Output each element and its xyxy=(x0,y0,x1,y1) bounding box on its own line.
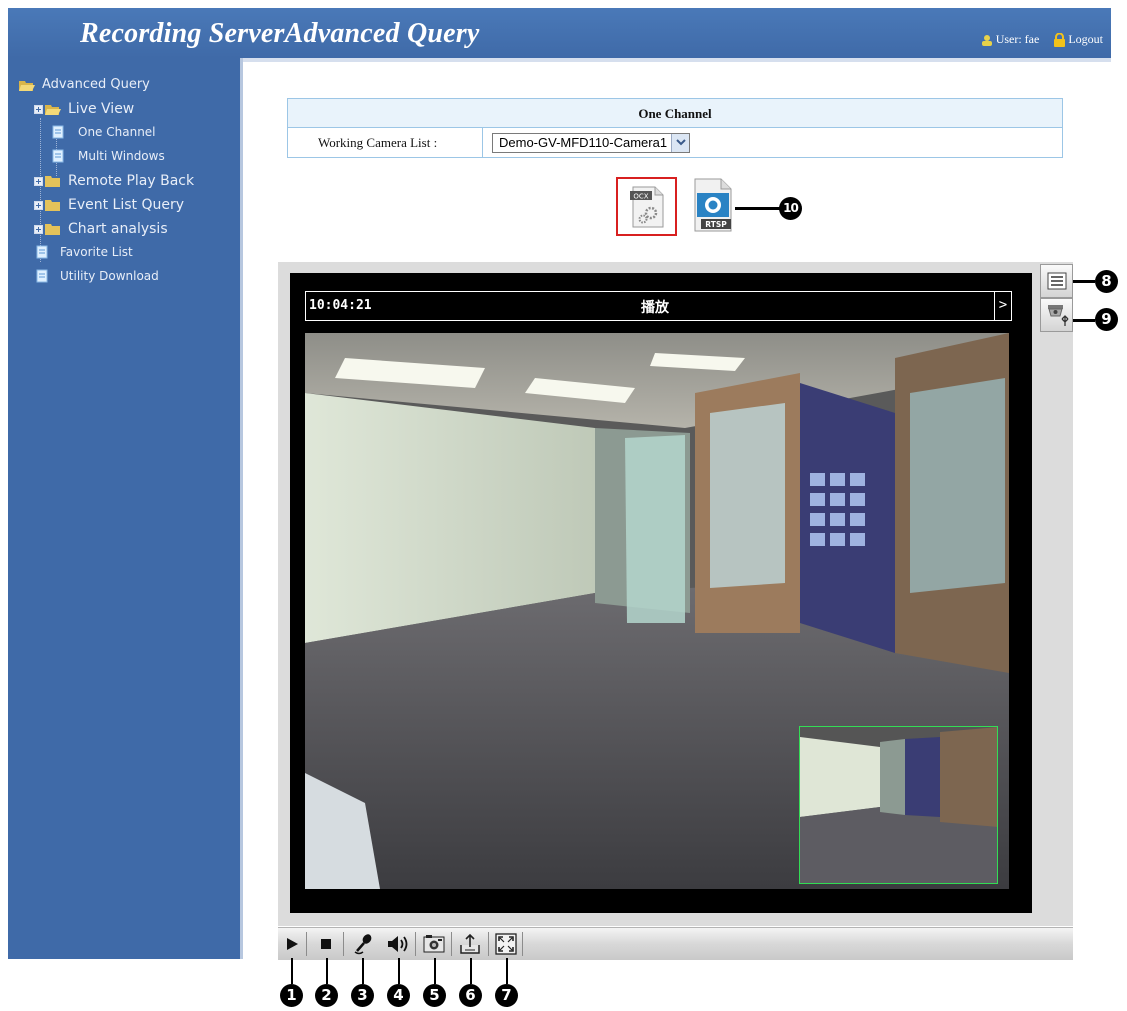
user-info: User: fae xyxy=(980,32,1040,47)
snapshot-button[interactable] xyxy=(421,930,447,957)
toolbar-separator xyxy=(488,932,489,956)
rtsp-plugin-icon: RTSP xyxy=(694,178,732,232)
sidebar-item-one-channel[interactable]: One Channel xyxy=(52,125,156,139)
save-video-button[interactable] xyxy=(457,930,483,957)
play-icon xyxy=(287,937,298,950)
list-icon xyxy=(1047,272,1066,290)
callout-line xyxy=(326,958,328,984)
next-button[interactable]: > xyxy=(994,292,1011,320)
ocx-plugin-icon: OCX xyxy=(629,186,663,227)
callout-line xyxy=(1073,319,1095,322)
list-view-button[interactable] xyxy=(1040,264,1073,298)
logout-label: Logout xyxy=(1068,32,1103,46)
callout-5: 5 xyxy=(423,984,446,1007)
callout-2: 2 xyxy=(315,984,338,1007)
folder-open-icon xyxy=(19,80,35,91)
callout-line xyxy=(506,958,508,984)
sidebar-divider xyxy=(240,58,243,959)
callout-line xyxy=(735,207,780,210)
sidebar-item-utility-download[interactable]: Utility Download xyxy=(36,269,159,283)
stop-icon xyxy=(321,938,331,949)
page-icon xyxy=(36,245,48,259)
folder-icon xyxy=(45,224,60,235)
video-status-bar: 10:04:21 播放 > xyxy=(305,291,1012,321)
page-icon xyxy=(36,269,48,283)
callout-7: 7 xyxy=(495,984,518,1007)
channel-panel: One Channel Working Camera List : Demo-G… xyxy=(287,98,1063,158)
rtsp-plugin-button[interactable]: RTSP xyxy=(689,177,735,235)
callout-line xyxy=(291,958,293,984)
sidebar-item-live-view[interactable]: Live View xyxy=(34,101,134,117)
toolbar-separator xyxy=(415,932,416,956)
callout-9: 9 xyxy=(1095,308,1118,331)
user-label: User: fae xyxy=(995,32,1040,46)
snapshot-icon xyxy=(423,934,445,952)
toolbar-separator xyxy=(306,932,307,956)
expand-icon[interactable] xyxy=(34,224,43,234)
callout-line xyxy=(434,958,436,984)
folder-icon xyxy=(45,176,60,187)
sidebar: Advanced Query Live View One Channel Mul… xyxy=(8,58,240,959)
page-icon xyxy=(52,125,64,139)
microphone-icon xyxy=(354,933,372,954)
save-video-icon xyxy=(460,933,480,954)
camera-row: Working Camera List : Demo-GV-MFD110-Cam… xyxy=(288,128,1062,157)
sidebar-item-multi-windows[interactable]: Multi Windows xyxy=(52,149,165,163)
toolbar-separator xyxy=(522,932,523,956)
callout-6: 6 xyxy=(459,984,482,1007)
logout-link[interactable]: Logout xyxy=(1053,32,1103,47)
callout-line xyxy=(398,958,400,984)
callout-line xyxy=(362,958,364,984)
page-icon xyxy=(52,149,64,163)
ptz-camera-icon xyxy=(1047,305,1068,326)
ocx-plugin-button[interactable]: OCX xyxy=(616,177,677,236)
user-area: User: fae Logout xyxy=(980,32,1103,47)
svg-text:RTSP: RTSP xyxy=(705,220,727,229)
nav-root-advanced-query[interactable]: Advanced Query xyxy=(18,77,150,92)
video-status: 播放 xyxy=(641,300,669,316)
fullscreen-icon xyxy=(495,932,517,955)
video-time: 10:04:21 xyxy=(309,298,372,313)
chevron-down-icon[interactable] xyxy=(671,133,690,152)
sidebar-item-remote-play-back[interactable]: Remote Play Back xyxy=(34,173,194,189)
folder-icon xyxy=(45,200,60,211)
callout-line xyxy=(1073,280,1095,283)
folder-open-icon xyxy=(45,105,61,115)
sidebar-item-chart-analysis[interactable]: Chart analysis xyxy=(34,221,168,237)
toolbar-separator xyxy=(343,932,344,956)
speaker-button[interactable] xyxy=(385,930,411,957)
camera-select-value: Demo-GV-MFD110-Camera1 xyxy=(499,135,668,150)
callout-1: 1 xyxy=(280,984,303,1007)
callout-10: 10 xyxy=(779,197,802,220)
sidebar-item-event-list-query[interactable]: Event List Query xyxy=(34,197,184,213)
channel-heading: One Channel xyxy=(288,99,1062,128)
header-bar: Recording ServerAdvanced Query User: fae… xyxy=(8,8,1111,58)
callout-line xyxy=(470,958,472,984)
lock-icon xyxy=(1054,32,1066,47)
picture-in-picture-view[interactable] xyxy=(799,726,998,884)
camera-select[interactable]: Demo-GV-MFD110-Camera1 xyxy=(492,132,691,153)
page-title: Recording ServerAdvanced Query xyxy=(80,18,480,49)
stop-button[interactable] xyxy=(313,930,339,957)
svg-text:OCX: OCX xyxy=(633,192,648,200)
expand-icon[interactable] xyxy=(34,104,43,114)
expand-icon[interactable] xyxy=(34,176,43,186)
microphone-button[interactable] xyxy=(350,930,376,957)
expand-icon[interactable] xyxy=(34,200,43,210)
callout-3: 3 xyxy=(351,984,374,1007)
callout-8: 8 xyxy=(1095,270,1118,293)
callout-4: 4 xyxy=(387,984,410,1007)
fullscreen-button[interactable] xyxy=(493,930,519,957)
speaker-icon xyxy=(388,935,408,952)
toolbar-separator xyxy=(451,932,452,956)
play-button[interactable] xyxy=(279,930,305,957)
camera-list-label: Working Camera List : xyxy=(288,128,483,157)
ptz-control-button[interactable] xyxy=(1040,298,1073,332)
sidebar-item-favorite-list[interactable]: Favorite List xyxy=(36,245,133,259)
camera-select-cell: Demo-GV-MFD110-Camera1 xyxy=(483,128,1062,157)
user-icon xyxy=(981,34,992,46)
content-top-rule xyxy=(243,58,1111,62)
